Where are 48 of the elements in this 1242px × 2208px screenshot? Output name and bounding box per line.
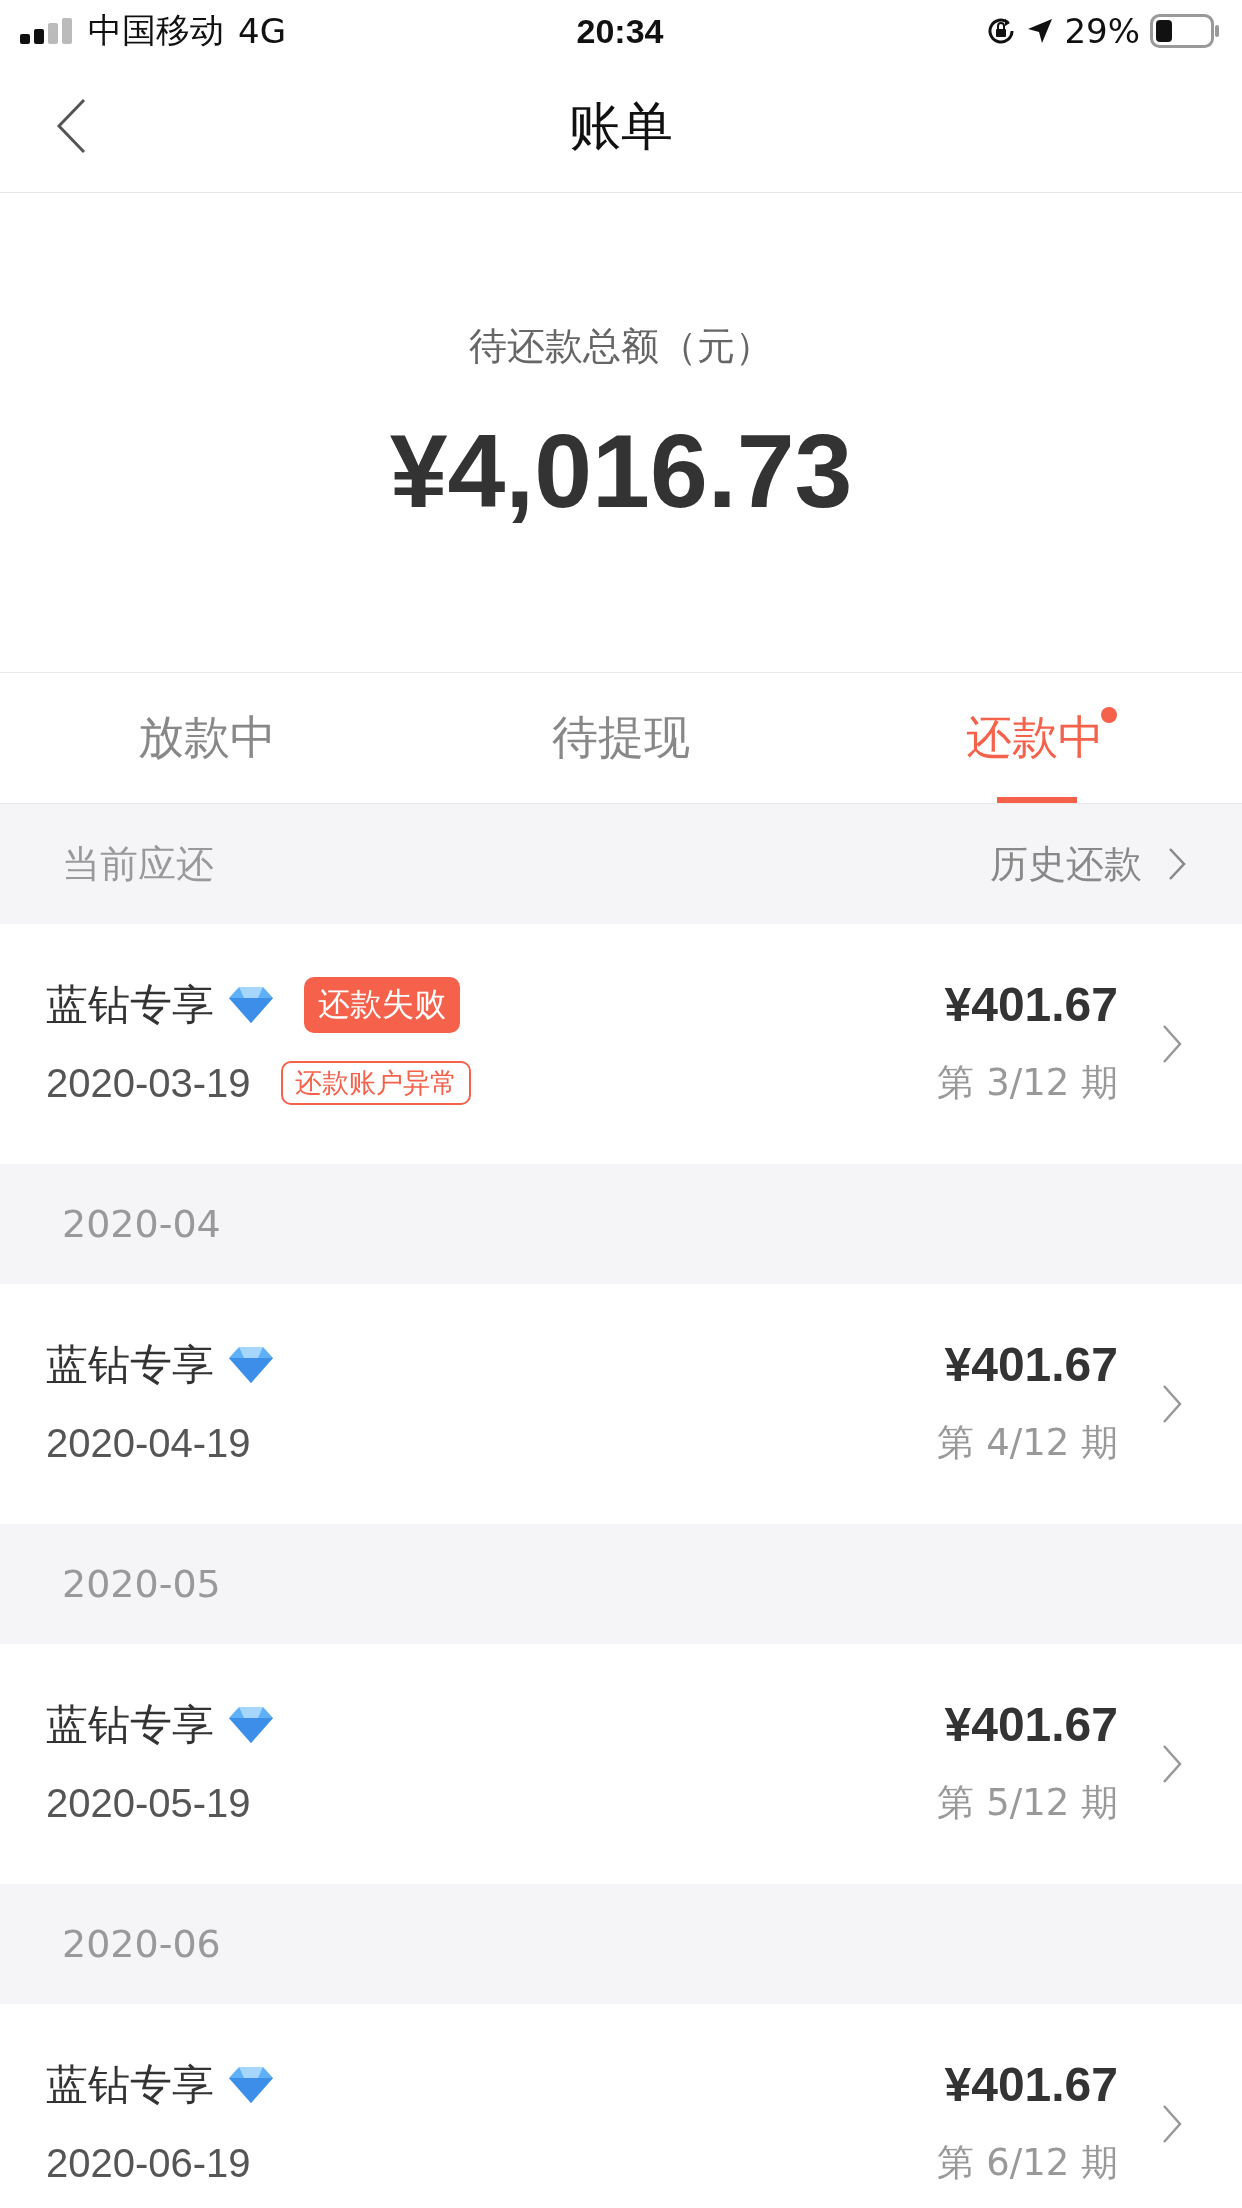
month-header: 2020-05 [62,1562,221,1606]
tab[interactable]: 放款中 [0,673,414,803]
product-name: 蓝钻专享 [46,1699,214,1751]
bill-item[interactable]: 蓝钻专享 2020-06-19 ¥401.67 第 6/12 期 [0,2004,1242,2208]
network-type: 4G [238,11,286,51]
diamond-icon [228,1345,274,1385]
installment-amount: ¥401.67 [944,977,1118,1033]
chevron-right-icon [1162,1744,1182,1784]
due-date: 2020-04-19 [46,1420,251,1466]
page-title: 账单 [569,95,673,158]
battery-icon [1150,14,1220,48]
bill-item[interactable]: 蓝钻专享 2020-05-19 ¥401.67 第 5/12 期 [0,1644,1242,1884]
month-header: 2020-06 [62,1922,221,1966]
warning-tag: 还款账户异常 [280,1061,471,1105]
installment-period: 第 4/12 期 [937,1420,1118,1466]
product-name: 蓝钻专享 [46,979,214,1031]
diamond-icon [228,985,274,1025]
signal-icon [20,18,74,44]
carrier-name: 中国移动 [88,9,224,52]
chevron-right-icon [1162,2104,1182,2144]
installment-period: 第 5/12 期 [937,1780,1118,1826]
month-header: 2020-04 [62,1202,221,1246]
battery-percent: 29% [1064,11,1140,51]
installment-amount: ¥401.67 [944,2057,1118,2113]
due-date: 2020-05-19 [46,1780,251,1826]
chevron-right-icon [1162,1384,1182,1424]
diamond-icon [228,2065,274,2105]
product-name: 蓝钻专享 [46,2059,214,2111]
chevron-right-icon [1162,1024,1182,1064]
installment-period: 第 6/12 期 [937,2140,1118,2186]
diamond-icon [228,1705,274,1745]
installment-period: 第 3/12 期 [937,1060,1118,1106]
bill-item[interactable]: 蓝钻专享 还款失败 2020-03-19 还款账户异常 ¥401.67 第 3/12 期 [0,924,1242,1164]
chevron-right-icon [1168,847,1186,881]
status-badge: 还款失败 [304,977,460,1033]
location-arrow-icon [1026,17,1055,45]
clock-time: 20:34 [576,11,664,51]
tab[interactable]: 待提现 [414,673,828,803]
due-date: 2020-03-19 [46,1060,251,1106]
section-title: 当前应还 [62,840,214,888]
installment-amount: ¥401.67 [944,1697,1118,1753]
product-name: 蓝钻专享 [46,1339,214,1391]
total-due-label: 待还款总额（元） [469,322,773,370]
due-date: 2020-06-19 [46,2140,251,2186]
installment-amount: ¥401.67 [944,1337,1118,1393]
back-button[interactable] [56,98,86,154]
bill-item[interactable]: 蓝钻专享 2020-04-19 ¥401.67 第 4/12 期 [0,1284,1242,1524]
total-due-amount: ¥4,016.73 [389,411,853,531]
